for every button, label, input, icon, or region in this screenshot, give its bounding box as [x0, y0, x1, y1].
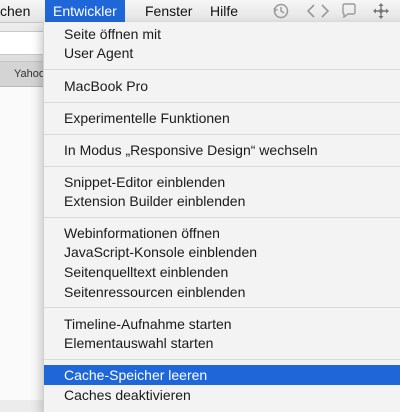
- menu-suchen[interactable]: chen: [0, 0, 36, 22]
- menu-item-experimentelle-funktionen[interactable]: Experimentelle Funktionen: [44, 108, 400, 128]
- menu-separator: [44, 359, 400, 360]
- menu-item-snippet-editor[interactable]: Snippet-Editor einblenden: [44, 172, 400, 192]
- menu-item-seitenressourcen[interactable]: Seitenressourcen einblenden: [44, 282, 400, 302]
- menu-item-timeline-aufnahme[interactable]: Timeline-Aufnahme starten: [44, 314, 400, 334]
- speech-bubble-icon[interactable]: [340, 2, 358, 20]
- menu-item-elementauswahl[interactable]: Elementauswahl starten: [44, 333, 400, 353]
- menu-item-caches-deaktivieren[interactable]: Caches deaktivieren: [44, 385, 400, 405]
- menu-fenster[interactable]: Fenster: [139, 0, 198, 22]
- menu-entwickler[interactable]: Entwickler: [45, 0, 125, 22]
- menu-separator: [44, 69, 400, 70]
- code-brackets-icon[interactable]: [306, 2, 330, 20]
- menu-separator: [44, 217, 400, 218]
- menu-item-cache-leeren[interactable]: Cache-Speicher leeren: [44, 365, 400, 385]
- menu-item-javascript-konsole[interactable]: JavaScript-Konsole einblenden: [44, 242, 400, 262]
- menu-item-seite-oeffnen-mit[interactable]: Seite öffnen mit: [44, 24, 400, 44]
- menu-separator: [44, 134, 400, 135]
- menu-separator: [44, 307, 400, 308]
- menu-item-webinformationen[interactable]: Webinformationen öffnen: [44, 223, 400, 243]
- menu-item-macbook-pro[interactable]: MacBook Pro: [44, 76, 400, 96]
- menu-item-extension-builder[interactable]: Extension Builder einblenden: [44, 191, 400, 211]
- entwickler-dropdown-menu: Seite öffnen mit User Agent MacBook Pro …: [43, 22, 400, 412]
- menu-hilfe[interactable]: Hilfe: [204, 0, 244, 22]
- menu-item-user-agent[interactable]: User Agent: [44, 43, 400, 63]
- menu-bar: chen Entwickler Fenster Hilfe: [0, 0, 400, 23]
- menu-item-responsive-design[interactable]: In Modus „Responsive Design“ wechseln: [44, 140, 400, 160]
- menu-item-seitenquelltext[interactable]: Seitenquelltext einblenden: [44, 262, 400, 282]
- menu-separator: [44, 102, 400, 103]
- menu-separator: [44, 166, 400, 167]
- move-arrows-icon[interactable]: [372, 2, 390, 20]
- history-clock-icon[interactable]: [272, 2, 290, 20]
